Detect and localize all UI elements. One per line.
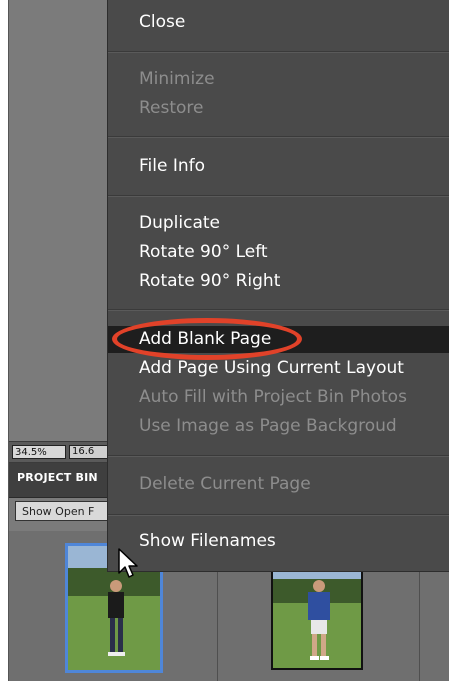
menu-item-rotate-left[interactable]: Rotate 90° Left: [139, 238, 268, 266]
menu-separator: [108, 136, 449, 138]
annotation-ellipse: [112, 318, 302, 360]
menu-item-auto-fill: Auto Fill with Project Bin Photos: [139, 387, 407, 407]
project-bin-header: PROJECT BIN: [9, 463, 109, 498]
person-figure: [308, 580, 330, 660]
doc-size-field: 16.6: [69, 445, 109, 459]
menu-item-file-info[interactable]: File Info: [139, 152, 205, 180]
project-bin-title: PROJECT BIN: [17, 471, 98, 484]
mouse-cursor-icon: [118, 548, 138, 578]
menu-item-delete-current-page: Delete Current Page: [139, 474, 311, 494]
menu-separator: [108, 195, 449, 197]
menu-separator: [108, 455, 449, 457]
menu-separator: [108, 514, 449, 516]
context-menu: Close Minimize Restore File Info Duplica…: [107, 0, 449, 572]
menu-item-rotate-right[interactable]: Rotate 90° Right: [139, 267, 280, 295]
menu-item-minimize: Minimize: [139, 69, 215, 89]
menu-item-close[interactable]: Close: [139, 8, 185, 36]
menu-item-restore: Restore: [139, 98, 204, 118]
menu-item-show-filenames[interactable]: Show Filenames: [139, 527, 276, 555]
menu-item-use-image-as-background: Use Image as Page Backgroud: [139, 416, 397, 436]
menu-item-duplicate[interactable]: Duplicate: [139, 209, 220, 237]
zoom-field[interactable]: 34.5%: [12, 445, 66, 459]
project-bin-thumbnail[interactable]: [271, 558, 363, 670]
status-bar: 34.5% 16.6: [9, 441, 109, 463]
menu-separator: [108, 51, 449, 53]
menu-separator: [108, 309, 449, 311]
